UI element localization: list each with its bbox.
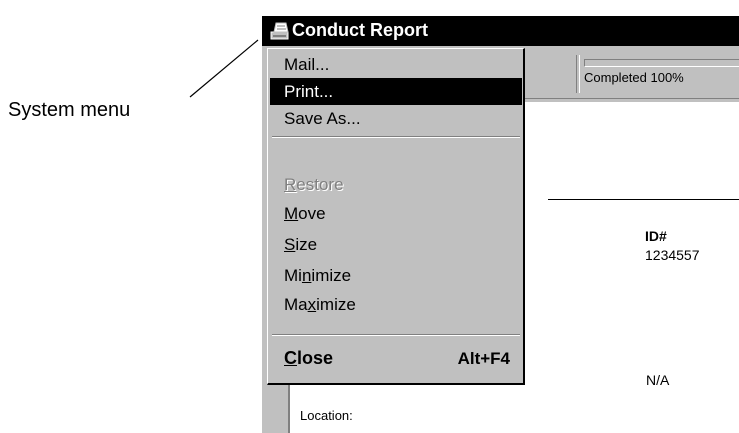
minimize-pre: Mi xyxy=(284,266,302,285)
location-label: Location: xyxy=(300,408,353,423)
system-menu: Mail... Print... Save As... Restore Move… xyxy=(267,48,525,385)
menu-separator xyxy=(272,136,520,138)
menu-separator xyxy=(272,334,520,336)
size-label-rest: ize xyxy=(295,235,318,254)
progress-bar xyxy=(584,59,739,67)
window-title: Conduct Report xyxy=(292,20,428,40)
restore-label-rest: estore xyxy=(296,175,344,194)
id-value: 1234557 xyxy=(645,247,700,263)
menu-item-minimize[interactable]: Minimize xyxy=(270,262,522,289)
minimize-post: imize xyxy=(311,266,352,285)
progress-fill xyxy=(585,60,739,66)
menu-item-save-as[interactable]: Save As... xyxy=(270,105,522,132)
menu-item-size[interactable]: Size xyxy=(270,231,522,258)
progress-status: Completed 100% xyxy=(576,55,739,93)
minimize-mnemonic: n xyxy=(301,266,312,285)
status-divider xyxy=(576,55,580,93)
size-mnemonic: S xyxy=(284,235,296,254)
move-mnemonic: M xyxy=(284,204,299,223)
title-bar[interactable]: Conduct Report xyxy=(262,16,739,46)
menu-item-close[interactable]: Close Alt+F4 xyxy=(270,345,522,372)
na-value: N/A xyxy=(646,372,670,388)
close-mnemonic: C xyxy=(284,348,297,368)
close-shortcut: Alt+F4 xyxy=(457,349,510,368)
close-label-rest: lose xyxy=(297,348,334,368)
menu-item-print[interactable]: Print... xyxy=(270,78,522,105)
id-label: ID# xyxy=(645,228,667,244)
move-label-rest: ove xyxy=(298,204,326,223)
report-header-rule xyxy=(548,199,739,200)
menu-item-maximize[interactable]: Maximize xyxy=(270,291,522,318)
maximize-mnemonic: x xyxy=(307,295,317,314)
printer-icon[interactable] xyxy=(268,19,292,43)
maximize-pre: Ma xyxy=(284,295,308,314)
maximize-post: imize xyxy=(316,295,356,314)
progress-text: Completed 100% xyxy=(584,70,684,85)
restore-label: R xyxy=(284,175,297,194)
menu-item-restore[interactable]: Restore xyxy=(270,171,522,198)
menu-item-mail[interactable]: Mail... xyxy=(270,51,522,78)
menu-item-move[interactable]: Move xyxy=(270,200,522,227)
